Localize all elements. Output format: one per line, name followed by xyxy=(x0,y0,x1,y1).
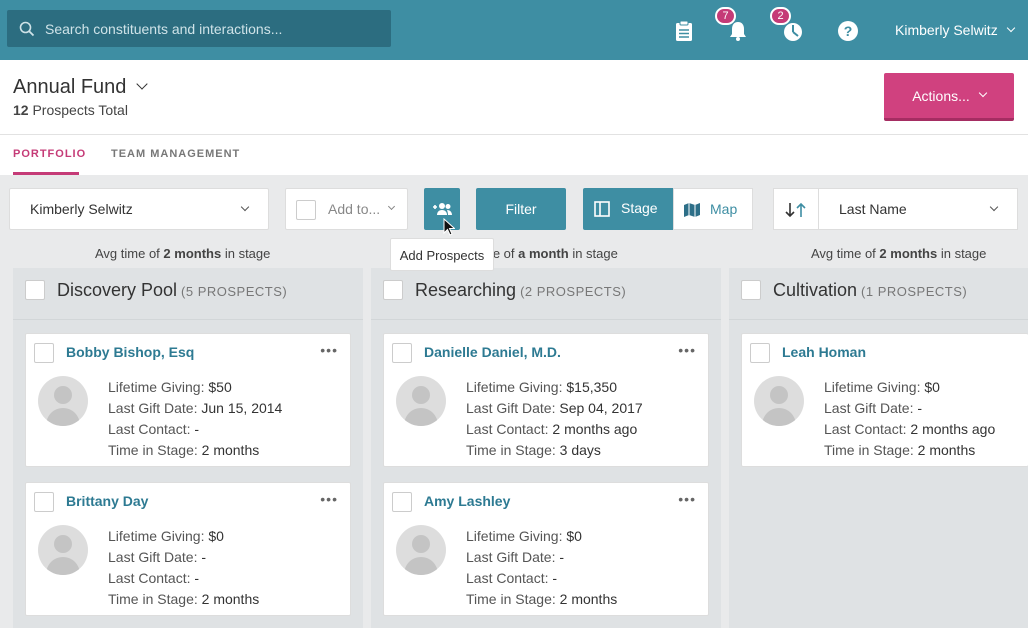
chevron-down-icon xyxy=(387,202,396,211)
sort-field-value: Last Name xyxy=(839,201,907,217)
map-icon xyxy=(684,203,700,217)
card-checkbox[interactable] xyxy=(750,343,770,363)
avatar xyxy=(38,525,88,575)
prospect-name-link[interactable]: Brittany Day xyxy=(66,493,148,509)
column-count: (5 PROSPECTS) xyxy=(181,284,288,299)
prospect-name-link[interactable]: Danielle Daniel, M.D. xyxy=(424,344,561,360)
stage-column-discovery-pool: Discovery Pool (5 PROSPECTS) Bobby Bishop… xyxy=(13,268,363,628)
prospect-details: Lifetime Giving: $0 Last Gift Date: - La… xyxy=(108,528,260,607)
prospect-card[interactable]: Danielle Daniel, M.D. ••• Lifetime Givin… xyxy=(383,333,709,467)
column-title: Discovery Pool (5 PROSPECTS) xyxy=(57,280,288,300)
select-all-checkbox[interactable] xyxy=(296,200,316,220)
avg-time-discovery: Avg time of 2 months in stage xyxy=(95,246,271,261)
prospects-total: 12 Prospects Total xyxy=(13,102,128,118)
column-header: Cultivation (1 PROSPECTS) xyxy=(729,268,1028,320)
add-to-label: Add to... xyxy=(328,201,381,217)
chevron-down-icon xyxy=(240,202,250,212)
columns-icon xyxy=(594,201,610,217)
card-checkbox[interactable] xyxy=(392,492,412,512)
more-options-icon[interactable]: ••• xyxy=(320,342,338,358)
top-bar: Search constituents and interactions... … xyxy=(0,0,1028,60)
chevron-down-icon xyxy=(136,78,148,90)
prospect-card[interactable]: Brittany Day ••• Lifetime Giving: $0 Las… xyxy=(25,482,351,616)
column-title: Cultivation (1 PROSPECTS) xyxy=(773,280,968,300)
prospect-name-link[interactable]: Leah Homan xyxy=(782,344,866,360)
prospect-name-link[interactable]: Bobby Bishop, Esq xyxy=(66,344,194,360)
activity-badge: 2 xyxy=(770,7,791,25)
sort-field-select[interactable]: Last Name xyxy=(818,188,1018,230)
owner-select[interactable]: Kimberly Selwitz xyxy=(9,188,269,230)
sort-arrows-icon xyxy=(785,202,806,218)
stage-column-cultivation: Cultivation (1 PROSPECTS) Leah Homan Life… xyxy=(729,268,1028,628)
prospect-card[interactable]: Bobby Bishop, Esq ••• Lifetime Giving: $… xyxy=(25,333,351,467)
user-menu[interactable]: Kimberly Selwitz xyxy=(895,22,1015,38)
user-name: Kimberly Selwitz xyxy=(895,22,998,38)
mouse-cursor-icon xyxy=(443,218,455,236)
search-input[interactable]: Search constituents and interactions... xyxy=(7,10,391,47)
prospect-details: Lifetime Giving: $0 Last Gift Date: - La… xyxy=(466,528,618,607)
prospect-card[interactable]: Leah Homan Lifetime Giving: $0 Last Gift… xyxy=(741,333,1028,467)
chevron-down-icon xyxy=(1006,23,1015,33)
column-select-checkbox[interactable] xyxy=(741,280,761,300)
card-checkbox[interactable] xyxy=(34,343,54,363)
help-icon[interactable]: ? xyxy=(837,20,859,42)
add-to-dropdown[interactable]: Add to... xyxy=(285,188,408,230)
column-select-checkbox[interactable] xyxy=(25,280,45,300)
stage-view-button[interactable]: Stage xyxy=(583,188,673,230)
sort-direction-button[interactable] xyxy=(773,188,819,230)
owner-value: Kimberly Selwitz xyxy=(30,201,133,217)
stage-label: Stage xyxy=(621,200,658,216)
prospect-card[interactable]: Amy Lashley ••• Lifetime Giving: $0 Last… xyxy=(383,482,709,616)
prospect-details: Lifetime Giving: $0 Last Gift Date: - La… xyxy=(824,379,996,458)
stage-column-researching: Researching (2 PROSPECTS) Danielle Daniel… xyxy=(371,268,721,628)
card-checkbox[interactable] xyxy=(34,492,54,512)
page-header: Annual Fund 12 Prospects Total Actions..… xyxy=(0,60,1028,135)
actions-button[interactable]: Actions... xyxy=(884,73,1014,121)
column-title: Researching (2 PROSPECTS) xyxy=(415,280,627,300)
tab-team-management[interactable]: TEAM MANAGEMENT xyxy=(111,148,240,160)
search-icon xyxy=(19,21,35,36)
prospect-details: Lifetime Giving: $15,350 Last Gift Date:… xyxy=(466,379,643,458)
tabs-bar: PORTFOLIO TEAM MANAGEMENT xyxy=(0,135,1028,175)
column-header: Researching (2 PROSPECTS) xyxy=(371,268,721,320)
more-options-icon[interactable]: ••• xyxy=(678,491,696,507)
add-prospects-tooltip: Add Prospects xyxy=(390,238,494,271)
more-options-icon[interactable]: ••• xyxy=(678,342,696,358)
actions-label: Actions... xyxy=(912,87,970,104)
chevron-down-icon xyxy=(989,202,999,212)
avatar xyxy=(754,376,804,426)
avg-time-researching: me of a month in stage xyxy=(482,246,618,261)
tab-portfolio[interactable]: PORTFOLIO xyxy=(13,148,86,160)
avatar xyxy=(38,376,88,426)
clipboard-icon[interactable] xyxy=(673,20,695,42)
svg-text:?: ? xyxy=(844,23,853,39)
avatar xyxy=(396,376,446,426)
prospect-name-link[interactable]: Amy Lashley xyxy=(424,493,510,509)
notification-badge: 7 xyxy=(715,7,736,25)
page-title: Annual Fund xyxy=(13,76,127,98)
column-count: (1 PROSPECTS) xyxy=(861,284,968,299)
search-placeholder: Search constituents and interactions... xyxy=(45,20,283,37)
add-people-icon xyxy=(433,203,452,215)
chevron-down-icon xyxy=(978,88,988,97)
map-view-button[interactable]: Map xyxy=(673,188,753,230)
avatar xyxy=(396,525,446,575)
column-count: (2 PROSPECTS) xyxy=(520,284,627,299)
column-select-checkbox[interactable] xyxy=(383,280,403,300)
prospect-details: Lifetime Giving: $50 Last Gift Date: Jun… xyxy=(108,379,283,458)
column-header: Discovery Pool (5 PROSPECTS) xyxy=(13,268,363,320)
map-label: Map xyxy=(710,201,738,217)
prospects-count: 12 xyxy=(13,102,29,118)
page-title-dropdown[interactable]: Annual Fund xyxy=(13,76,148,99)
card-checkbox[interactable] xyxy=(392,343,412,363)
filter-button[interactable]: Filter xyxy=(476,188,566,230)
prospects-label: Prospects Total xyxy=(32,102,128,118)
active-tab-indicator xyxy=(13,172,79,175)
more-options-icon[interactable]: ••• xyxy=(320,491,338,507)
avg-time-cultivation: Avg time of 2 months in stage xyxy=(811,246,987,261)
